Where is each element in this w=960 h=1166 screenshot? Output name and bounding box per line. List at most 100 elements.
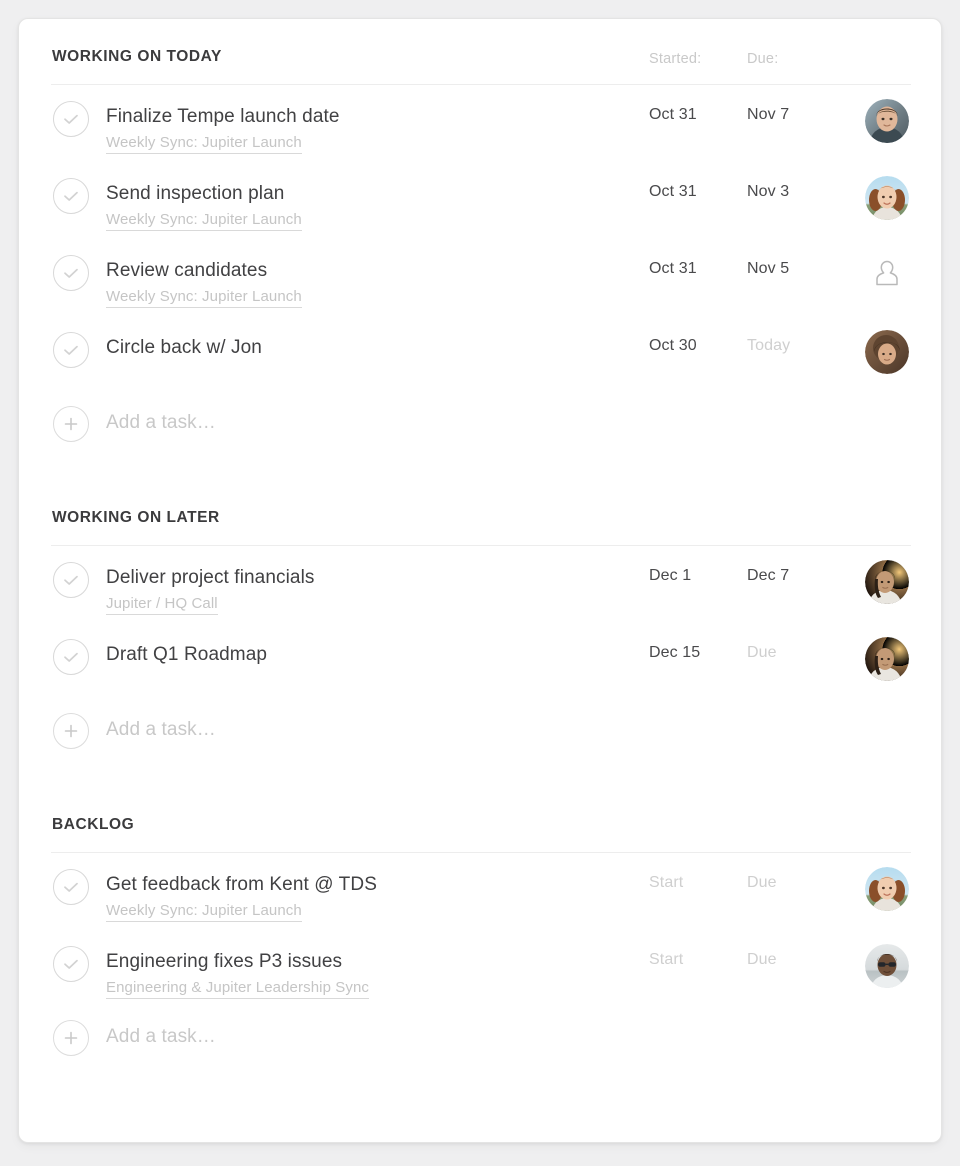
section-header: WORKING ON LATER xyxy=(51,508,909,528)
task-title[interactable]: Finalize Tempe launch date xyxy=(106,85,686,129)
task-start-date[interactable]: Oct 30 xyxy=(649,337,697,355)
task-due-date[interactable]: Dec 7 xyxy=(747,567,789,585)
task-list-card: WORKING ON TODAY Started: Due: Finalize Tem… xyxy=(18,18,942,1143)
task-row[interactable]: Review candidates Weekly Sync: Jupiter La… xyxy=(51,239,909,316)
check-icon xyxy=(64,268,78,278)
task-due-date[interactable]: Nov 7 xyxy=(747,106,789,124)
add-task-row[interactable]: Add a task… xyxy=(51,1007,909,1069)
task-content: Draft Q1 Roadmap xyxy=(106,623,686,667)
task-checkbox[interactable] xyxy=(53,562,89,598)
check-icon xyxy=(64,575,78,585)
avatar[interactable] xyxy=(865,330,909,374)
add-task-row[interactable]: Add a task… xyxy=(51,393,909,455)
check-icon xyxy=(64,191,78,201)
check-icon xyxy=(64,114,78,124)
add-task-button[interactable] xyxy=(53,1020,89,1056)
task-start-date[interactable]: Dec 15 xyxy=(649,644,700,662)
sections-container: WORKING ON TODAY Started: Due: Finalize Tem… xyxy=(19,19,941,1069)
avatar[interactable] xyxy=(865,944,909,988)
task-content: Engineering fixes P3 issues Engineering &… xyxy=(106,930,686,999)
task-start-date[interactable]: Start xyxy=(649,874,683,892)
task-meta: Oct 31 Nov 5 xyxy=(649,239,909,316)
task-due-date[interactable]: Nov 3 xyxy=(747,183,789,201)
task-title[interactable]: Engineering fixes P3 issues xyxy=(106,930,686,974)
task-meta: Dec 1 Dec 7 xyxy=(649,546,909,623)
task-meta: Oct 30 Today xyxy=(649,316,909,393)
task-due-date[interactable]: Due xyxy=(747,951,777,969)
task-content: Deliver project financials Jupiter / HQ C… xyxy=(106,546,686,615)
task-due-date[interactable]: Today xyxy=(747,337,790,355)
task-content: Finalize Tempe launch date Weekly Sync: J… xyxy=(106,85,686,154)
task-checkbox[interactable] xyxy=(53,639,89,675)
avatar[interactable] xyxy=(865,867,909,911)
task-row[interactable]: Circle back w/ Jon Oct 30 Today xyxy=(51,316,909,393)
avatar[interactable] xyxy=(865,637,909,681)
task-due-date[interactable]: Due xyxy=(747,644,777,662)
task-title[interactable]: Send inspection plan xyxy=(106,162,686,206)
task-start-date[interactable]: Dec 1 xyxy=(649,567,691,585)
task-meta: Oct 31 Nov 7 xyxy=(649,85,909,162)
task-row[interactable]: Draft Q1 Roadmap Dec 15 Due xyxy=(51,623,909,700)
avatar[interactable] xyxy=(865,176,909,220)
plus-icon xyxy=(64,417,78,431)
task-title[interactable]: Get feedback from Kent @ TDS xyxy=(106,853,686,897)
task-start-date[interactable]: Start xyxy=(649,951,683,969)
check-icon xyxy=(64,882,78,892)
task-row[interactable]: Finalize Tempe launch date Weekly Sync: J… xyxy=(51,85,909,162)
person-outline-icon[interactable] xyxy=(871,257,903,291)
add-task-button[interactable] xyxy=(53,713,89,749)
task-checkbox[interactable] xyxy=(53,178,89,214)
task-content: Circle back w/ Jon xyxy=(106,316,686,360)
task-row[interactable]: Engineering fixes P3 issues Engineering &… xyxy=(51,930,909,1007)
column-headers: Started: Due: xyxy=(649,49,909,67)
task-title[interactable]: Review candidates xyxy=(106,239,686,283)
task-checkbox[interactable] xyxy=(53,946,89,982)
section-header: BACKLOG xyxy=(51,815,909,835)
task-checkbox[interactable] xyxy=(53,332,89,368)
due-column-header: Due: xyxy=(747,51,779,67)
task-project-link[interactable]: Weekly Sync: Jupiter Launch xyxy=(106,133,302,154)
add-task-button[interactable] xyxy=(53,406,89,442)
task-checkbox[interactable] xyxy=(53,255,89,291)
section-title: BACKLOG xyxy=(52,816,135,833)
task-meta: Start Due xyxy=(649,853,909,930)
task-section: WORKING ON LATER Deliver project financia… xyxy=(51,508,911,762)
task-project-link[interactable]: Jupiter / HQ Call xyxy=(106,594,218,615)
task-row[interactable]: Get feedback from Kent @ TDS Weekly Sync:… xyxy=(51,853,909,930)
task-title[interactable]: Draft Q1 Roadmap xyxy=(106,623,686,667)
task-row[interactable]: Deliver project financials Jupiter / HQ C… xyxy=(51,546,909,623)
task-checkbox[interactable] xyxy=(53,869,89,905)
add-task-label[interactable]: Add a task… xyxy=(106,1026,216,1048)
avatar[interactable] xyxy=(865,560,909,604)
started-column-header: Started: xyxy=(649,51,702,67)
task-project-link[interactable]: Weekly Sync: Jupiter Launch xyxy=(106,210,302,231)
task-project-link[interactable]: Weekly Sync: Jupiter Launch xyxy=(106,287,302,308)
task-project-link[interactable]: Weekly Sync: Jupiter Launch xyxy=(106,901,302,922)
check-icon xyxy=(64,345,78,355)
check-icon xyxy=(64,959,78,969)
avatar[interactable] xyxy=(865,99,909,143)
task-due-date[interactable]: Due xyxy=(747,874,777,892)
add-task-label[interactable]: Add a task… xyxy=(106,719,216,741)
plus-icon xyxy=(64,724,78,738)
add-task-row[interactable]: Add a task… xyxy=(51,700,909,762)
section-title: WORKING ON TODAY xyxy=(52,48,222,65)
task-title[interactable]: Circle back w/ Jon xyxy=(106,316,686,360)
task-checkbox[interactable] xyxy=(53,101,89,137)
task-start-date[interactable]: Oct 31 xyxy=(649,260,697,278)
task-project-link[interactable]: Engineering & Jupiter Leadership Sync xyxy=(106,978,370,999)
task-due-date[interactable]: Nov 5 xyxy=(747,260,789,278)
check-icon xyxy=(64,652,78,662)
add-task-label[interactable]: Add a task… xyxy=(106,412,216,434)
task-title[interactable]: Deliver project financials xyxy=(106,546,686,590)
task-content: Get feedback from Kent @ TDS Weekly Sync:… xyxy=(106,853,686,922)
task-section: BACKLOG Get feedback from Kent @ TDS Weekl… xyxy=(51,815,911,1069)
person-outline-icon xyxy=(876,260,898,286)
task-row[interactable]: Send inspection plan Weekly Sync: Jupiter… xyxy=(51,162,909,239)
plus-icon xyxy=(64,1031,78,1045)
task-meta: Oct 31 Nov 3 xyxy=(649,162,909,239)
section-header: WORKING ON TODAY Started: Due: xyxy=(51,47,909,67)
task-start-date[interactable]: Oct 31 xyxy=(649,106,697,124)
task-start-date[interactable]: Oct 31 xyxy=(649,183,697,201)
